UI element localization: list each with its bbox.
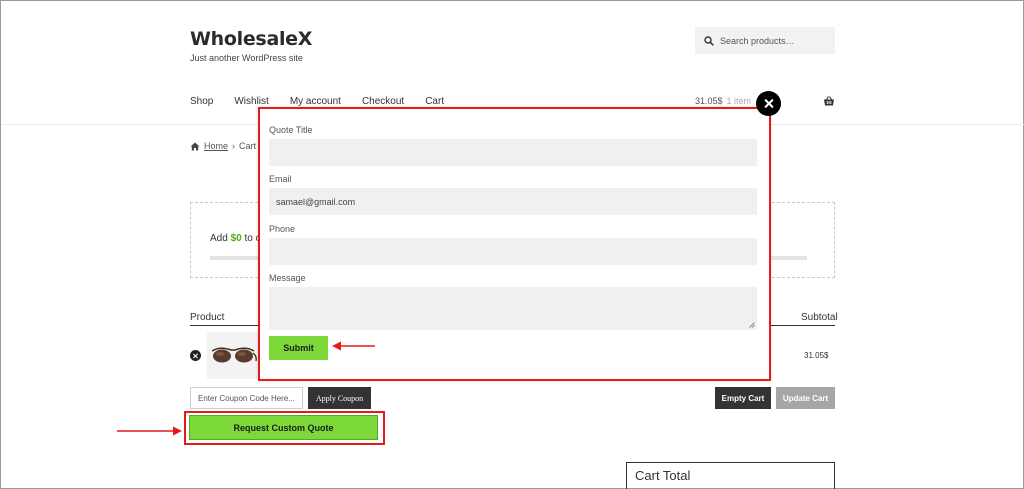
arrow-annotation-quote [117,426,182,436]
email-input[interactable] [269,188,757,215]
site-tagline: Just another WordPress site [190,53,303,63]
quote-title-input[interactable] [269,139,757,166]
message-label: Message [269,273,306,283]
notice-prefix: Add [210,233,231,244]
breadcrumb-home-link[interactable]: Home [204,141,228,151]
nav-item-checkout[interactable]: Checkout [362,96,404,107]
remove-item-icon[interactable] [190,350,201,361]
close-icon[interactable] [756,91,781,116]
search-input[interactable] [720,35,830,46]
email-label: Email [269,174,292,184]
search-icon [704,35,714,46]
header-cart-count: 1 item [726,96,752,106]
main-nav: Shop Wishlist My account Checkout Cart [190,96,444,107]
nav-item-shop[interactable]: Shop [190,96,213,107]
nav-item-cart[interactable]: Cart [425,96,444,107]
breadcrumb-separator: › [232,141,236,151]
request-custom-quote-button[interactable]: Request Custom Quote [189,415,378,440]
update-cart-button[interactable]: Update Cart [776,387,835,409]
resize-grip-icon[interactable] [749,322,755,328]
table-header-subtotal: Subtotal [801,312,838,323]
cart-total-title: Cart Total [635,468,691,483]
phone-input[interactable] [269,238,757,265]
notice-amount: $0 [230,233,242,244]
notice-text: Add $0 to c [210,233,261,244]
sunglasses-icon [211,347,257,363]
header-cart-amount: 31.05$ [695,96,723,106]
coupon-input[interactable] [190,387,303,409]
empty-cart-button[interactable]: Empty Cart [715,387,771,409]
apply-coupon-button[interactable]: Apply Coupon [308,387,371,409]
row-subtotal: 31.05$ [804,351,829,360]
home-icon [190,142,200,150]
breadcrumb-current: Cart [239,141,257,151]
nav-item-wishlist[interactable]: Wishlist [234,96,268,107]
quote-title-label: Quote Title [269,125,313,135]
breadcrumb: Home › Cart [190,141,256,151]
basket-icon[interactable] [823,95,835,107]
phone-label: Phone [269,224,296,234]
header-cart-summary[interactable]: 31.05$ 1 item [695,96,751,106]
submit-button[interactable]: Submit [269,336,328,360]
product-thumbnail[interactable] [207,332,259,379]
table-header-product: Product [190,312,225,323]
site-title[interactable]: WholesaleX [190,28,312,50]
arrow-annotation-submit [332,341,375,351]
cart-total-box: Cart Total [626,462,835,489]
search-box[interactable] [695,27,835,54]
message-textarea[interactable] [269,287,757,330]
nav-item-my-account[interactable]: My account [290,96,341,107]
